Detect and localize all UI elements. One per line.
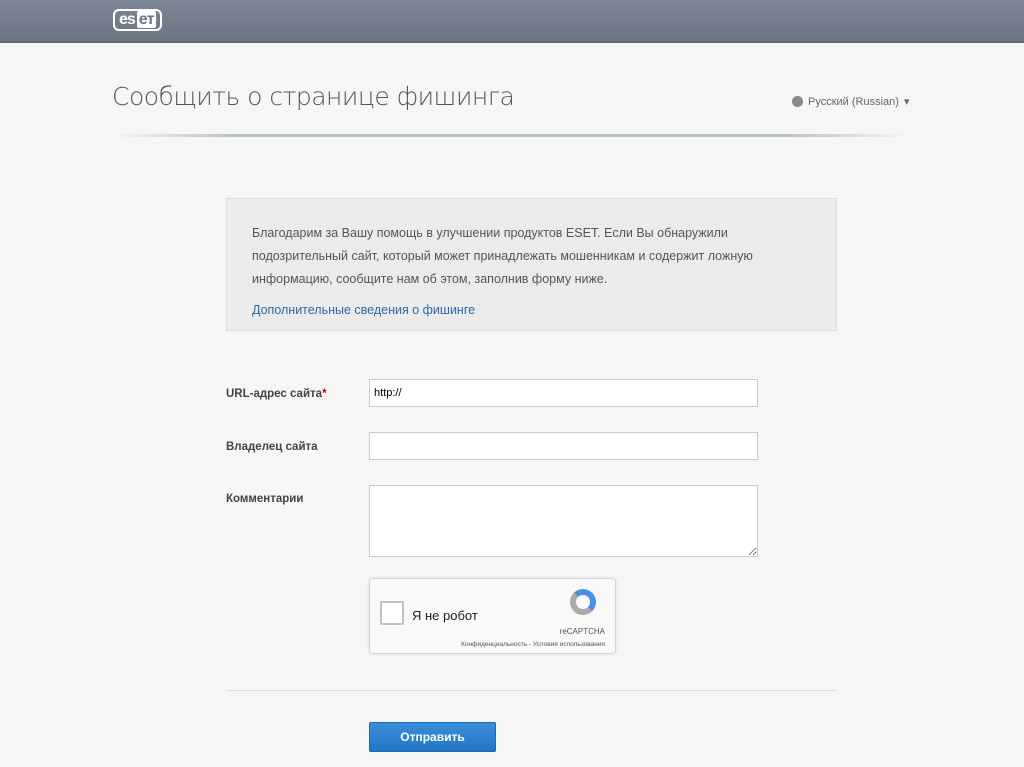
- recaptcha-links[interactable]: Конфиденциальность - Условия использован…: [461, 641, 605, 648]
- divider: [112, 134, 910, 137]
- comments-label: Комментарии: [226, 493, 304, 505]
- submit-button[interactable]: Отправить: [369, 722, 496, 752]
- url-label: URL-адрес сайта*: [226, 388, 327, 400]
- globe-icon: [792, 96, 803, 107]
- required-mark: *: [322, 388, 327, 400]
- info-text: Благодарим за Вашу помощь в улучшении пр…: [252, 226, 753, 286]
- caret-down-icon: ▾: [903, 96, 910, 108]
- url-input[interactable]: [369, 379, 758, 407]
- top-bar: es eт: [0, 0, 1024, 43]
- owner-label: Владелец сайта: [226, 441, 318, 453]
- info-box: Благодарим за Вашу помощь в улучшении пр…: [226, 198, 837, 331]
- page-title: Сообщить о странице фишинга: [112, 82, 515, 111]
- captcha-checkbox[interactable]: [380, 601, 404, 625]
- phishing-info-link[interactable]: Дополнительные сведения о фишинге: [252, 299, 811, 322]
- captcha-label: Я не робот: [412, 608, 478, 623]
- recaptcha-logo-icon: [570, 589, 596, 615]
- recaptcha-brand: reCAPTCHA: [559, 627, 605, 636]
- eset-logo[interactable]: es eт: [113, 9, 162, 31]
- owner-input[interactable]: [369, 432, 758, 460]
- recaptcha-widget: Я не робот reCAPTCHA Конфиденциальность …: [369, 578, 616, 654]
- divider: [226, 690, 837, 691]
- comments-textarea[interactable]: [369, 485, 758, 557]
- url-label-text: URL-адрес сайта: [226, 388, 323, 400]
- language-label: Русский (Russian): [808, 95, 899, 108]
- language-selector[interactable]: Русский (Russian) ▾: [792, 95, 909, 108]
